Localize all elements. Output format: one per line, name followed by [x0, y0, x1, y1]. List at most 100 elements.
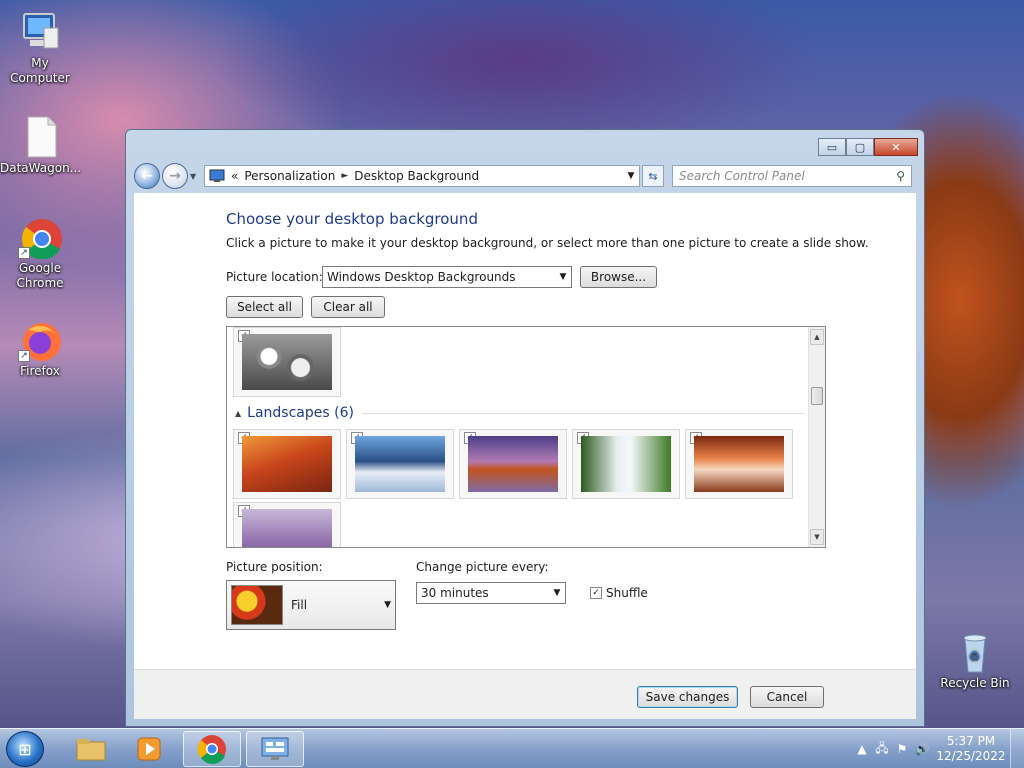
scroll-down-button[interactable]: ▼: [810, 529, 824, 545]
media-player-icon: [137, 737, 161, 761]
wallpaper-thumbnail: [242, 334, 332, 390]
desktop-icon-chrome[interactable]: ↗ Google Chrome: [0, 215, 80, 291]
search-input[interactable]: Search Control Panel ⚲: [672, 165, 912, 187]
content-pane: Choose your desktop background Click a p…: [134, 193, 916, 669]
page-title: Choose your desktop background: [226, 210, 478, 228]
desktop-icon-label: Firefox: [20, 364, 60, 378]
firefox-icon: ↗: [18, 318, 62, 362]
save-changes-button[interactable]: Save changes: [637, 686, 738, 708]
breadcrumb-desktop-background[interactable]: Desktop Background: [354, 169, 479, 183]
position-preview-image: [231, 585, 283, 625]
desktop-icon-my-computer[interactable]: My Computer: [0, 10, 80, 86]
windows-logo-icon: ⊞: [18, 739, 32, 759]
refresh-button[interactable]: ⇆: [642, 165, 664, 187]
chevron-down-icon: ▼: [559, 272, 567, 282]
group-divider: [361, 412, 805, 414]
wallpaper-thumbnail: [468, 436, 558, 492]
clear-all-button[interactable]: Clear all: [311, 296, 385, 318]
wallpaper-tile[interactable]: ✓: [346, 429, 454, 499]
navigation-bar: ← → ▼ « Personalization ► Desktop Backgr…: [134, 162, 916, 190]
picture-location-label: Picture location:: [226, 270, 323, 284]
network-icon[interactable]: 🖧: [872, 739, 892, 760]
wallpaper-tile[interactable]: ✓: [233, 429, 341, 499]
shuffle-checkbox[interactable]: ✓ Shuffle: [590, 586, 648, 600]
picture-location-select[interactable]: Windows Desktop Backgrounds ▼: [322, 266, 572, 288]
show-desktop-button[interactable]: [1010, 729, 1024, 768]
taskbar: ⊞ ▲ 🖧 ⚑ 🔊 5:37 PM 12/25/2022: [0, 728, 1024, 768]
wallpaper-tile[interactable]: ✓: [233, 327, 341, 397]
desktop-icon-recycle-bin[interactable]: ♻ Recycle Bin: [935, 630, 1015, 691]
wallpaper-thumbnail: [355, 436, 445, 492]
chrome-icon: ↗: [18, 215, 62, 260]
cancel-button[interactable]: Cancel: [750, 686, 824, 708]
clock-time: 5:37 PM: [946, 734, 996, 748]
select-all-button[interactable]: Select all: [226, 296, 303, 318]
shuffle-check-box[interactable]: ✓: [590, 587, 602, 599]
shortcut-arrow-icon: ↗: [18, 247, 30, 259]
taskbar-chrome[interactable]: [183, 731, 241, 767]
page-description: Click a picture to make it your desktop …: [226, 236, 869, 250]
browse-button[interactable]: Browse...: [580, 266, 657, 288]
recycle-bin-icon: ♻: [953, 630, 997, 674]
desktop-icon-label: Google Chrome: [16, 261, 64, 290]
wallpaper-thumbnail: [242, 509, 332, 547]
address-dropdown[interactable]: ▼: [623, 171, 639, 181]
taskbar-explorer[interactable]: [62, 731, 120, 767]
chevron-down-icon: ▼: [553, 588, 561, 598]
taskbar-media-player[interactable]: [120, 731, 178, 767]
wallpaper-thumbnail: [694, 436, 784, 492]
wallpaper-tile[interactable]: ✓: [459, 429, 567, 499]
show-hidden-icons-icon[interactable]: ▲: [852, 742, 872, 756]
shuffle-label[interactable]: Shuffle: [606, 586, 648, 600]
desktop-icon-label: Recycle Bin: [940, 676, 1010, 690]
gallery-scrollbar[interactable]: ▲ ▼: [808, 327, 825, 547]
minimize-button[interactable]: ▭: [818, 138, 846, 156]
back-button[interactable]: ←: [134, 163, 160, 189]
scroll-up-button[interactable]: ▲: [810, 329, 824, 345]
wallpaper-tile[interactable]: ✓: [685, 429, 793, 499]
chevron-down-icon: ▼: [190, 171, 197, 181]
maximize-icon: ▢: [854, 140, 866, 154]
search-placeholder: Search Control Panel: [679, 169, 805, 183]
collapse-triangle-icon[interactable]: ▲: [235, 409, 241, 418]
desktop-icon-firefox[interactable]: ↗ Firefox: [0, 318, 80, 379]
address-bar[interactable]: « Personalization ► Desktop Background ▼: [204, 165, 640, 187]
forward-button[interactable]: →: [162, 163, 188, 189]
recent-pages-dropdown[interactable]: ▼: [190, 172, 200, 181]
wallpaper-tile[interactable]: ✓: [233, 502, 341, 547]
wallpaper-tile[interactable]: ✓: [572, 429, 680, 499]
minimize-icon: ▭: [826, 140, 838, 154]
wallpaper-thumbnail: [581, 436, 671, 492]
picture-position-select[interactable]: Fill ▼: [226, 580, 396, 630]
picture-gallery[interactable]: ✓ ▲ Landscapes (6) ✓ ✓ ✓ ✓: [226, 326, 826, 548]
close-button[interactable]: ✕: [874, 138, 918, 156]
volume-icon[interactable]: 🔊: [912, 742, 932, 756]
desktop-icon-datawagon[interactable]: DataWagon...: [0, 115, 81, 176]
desktop-background-window: ▭ ▢ ✕ ← → ▼ « Personalization ► Desktop …: [125, 129, 925, 727]
clock[interactable]: 5:37 PM 12/25/2022: [932, 734, 1010, 764]
picture-position-value: Fill: [291, 598, 308, 612]
back-arrow-icon: ←: [141, 168, 153, 184]
picture-position-label: Picture position:: [226, 560, 323, 574]
change-interval-select[interactable]: 30 minutes ▼: [416, 582, 566, 604]
chrome-icon: [197, 735, 226, 764]
scroll-thumb[interactable]: [811, 387, 823, 405]
breadcrumb-separator[interactable]: ►: [341, 171, 348, 181]
breadcrumb-prefix[interactable]: «: [231, 169, 238, 183]
breadcrumb-personalization[interactable]: Personalization: [244, 169, 335, 183]
dialog-footer: Save changes Cancel: [134, 669, 916, 719]
desktop-icon-label: My Computer: [10, 56, 70, 85]
control-panel-icon: [261, 737, 289, 760]
svg-text:♻: ♻: [969, 649, 980, 663]
start-button[interactable]: ⊞: [6, 731, 44, 767]
maximize-button[interactable]: ▢: [846, 138, 874, 156]
action-center-flag-icon[interactable]: ⚑: [892, 742, 912, 756]
taskbar-control-panel[interactable]: [246, 731, 304, 767]
search-icon[interactable]: ⚲: [896, 169, 905, 183]
group-header-landscapes[interactable]: ▲ Landscapes (6): [235, 405, 805, 421]
shortcut-arrow-icon: ↗: [18, 350, 30, 362]
change-interval-value: 30 minutes: [421, 586, 489, 600]
control-panel-icon: [209, 169, 225, 182]
computer-icon: [18, 10, 62, 54]
refresh-icon: ⇆: [648, 169, 658, 183]
